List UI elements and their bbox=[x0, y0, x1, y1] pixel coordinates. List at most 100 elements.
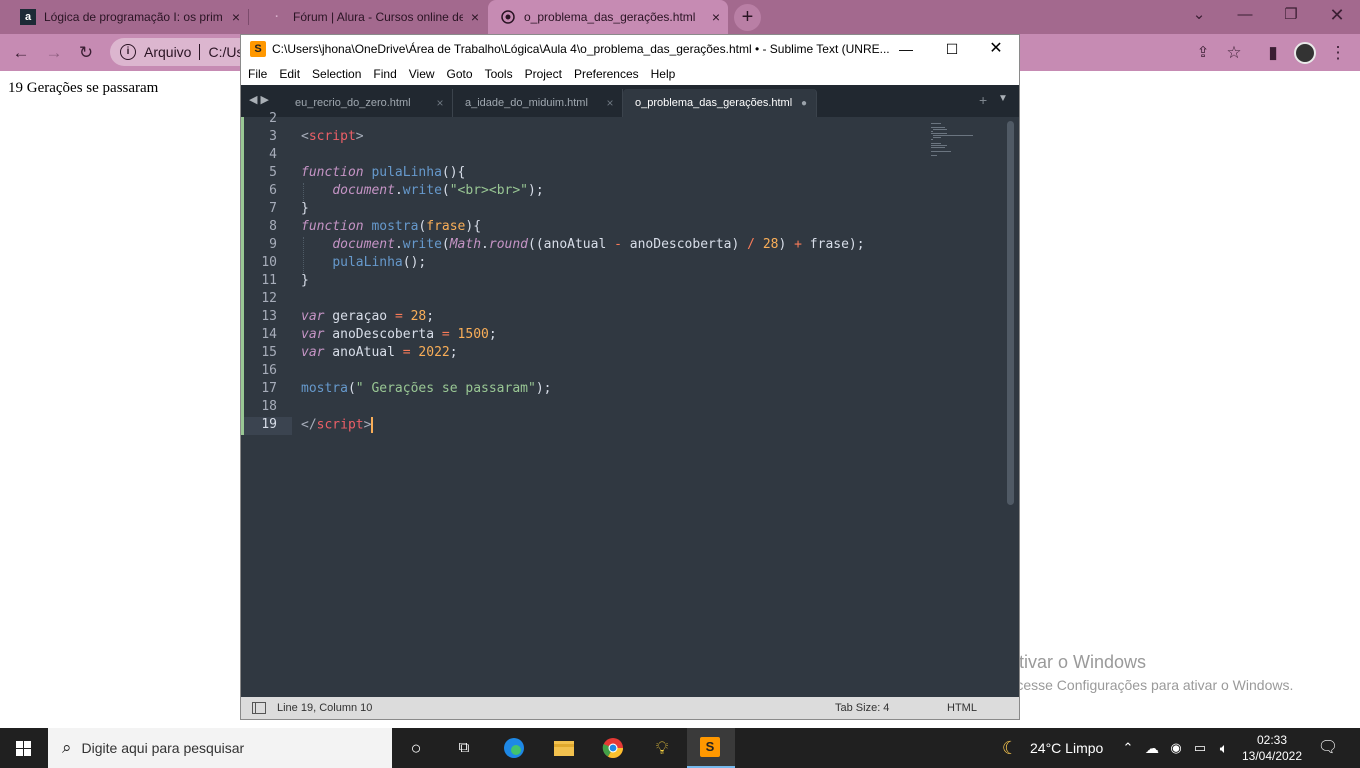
file-explorer-icon[interactable] bbox=[552, 736, 576, 760]
line-number: 14 bbox=[261, 327, 277, 342]
close-window-button[interactable]: ✕ bbox=[1314, 0, 1360, 30]
forward-icon[interactable]: → bbox=[41, 40, 67, 66]
unsaved-dot-icon[interactable]: ● bbox=[792, 98, 816, 109]
address-url[interactable]: C:/Us bbox=[208, 44, 243, 60]
editor-tab-label: eu_recrio_do_zero.html bbox=[295, 97, 411, 109]
line-number: 16 bbox=[261, 363, 277, 378]
cloud-icon[interactable]: ☁ bbox=[1140, 736, 1164, 760]
back-icon[interactable]: ← bbox=[8, 40, 34, 66]
menu-help[interactable]: Help bbox=[651, 67, 676, 81]
line-number: 8 bbox=[269, 219, 277, 234]
code-line-current: </script> bbox=[301, 417, 374, 433]
line-number: 3 bbox=[269, 129, 277, 144]
code-line: mostra(" Gerações se passaram"); bbox=[301, 381, 552, 396]
moon-icon: ☾ bbox=[1001, 738, 1019, 758]
page-output-text: 19 Gerações se passaram bbox=[8, 80, 159, 96]
syntax-mode[interactable]: HTML bbox=[947, 702, 977, 714]
maximize-button[interactable]: ☐ bbox=[929, 35, 975, 63]
editor-tab-bar: ◀▶ eu_recrio_do_zero.html × a_idade_do_m… bbox=[241, 85, 1019, 117]
line-number: 18 bbox=[261, 399, 277, 414]
vertical-scrollbar[interactable] bbox=[1007, 121, 1014, 505]
chrome-icon[interactable] bbox=[601, 736, 625, 760]
reload-icon[interactable]: ↻ bbox=[73, 40, 99, 66]
lightbulb-icon[interactable]: 💡︎ bbox=[650, 736, 674, 760]
code-line: } bbox=[301, 273, 309, 288]
line-number: 13 bbox=[261, 309, 277, 324]
code-line: document.write(Math.round((anoAtual - an… bbox=[332, 237, 865, 252]
menu-selection[interactable]: Selection bbox=[312, 67, 361, 81]
restore-button[interactable]: ❐ bbox=[1268, 0, 1314, 30]
close-icon[interactable]: × bbox=[598, 96, 622, 110]
sublime-logo-icon: S bbox=[700, 737, 720, 757]
clock-date: 13/04/2022 bbox=[1241, 749, 1303, 763]
code-line: <script> bbox=[301, 129, 364, 144]
taskbar: ⌕ Digite aqui para pesquisar ○ ⧉ 💡︎ S ☾ … bbox=[0, 728, 1360, 768]
taskbar-clock[interactable]: 02:33 13/04/2022 bbox=[1240, 732, 1304, 764]
alura-icon: a bbox=[20, 9, 36, 25]
chevron-down-icon[interactable]: ⌄ bbox=[1176, 0, 1222, 30]
menu-icon[interactable]: ⋮ bbox=[1325, 40, 1351, 66]
taskbar-sublime-button[interactable]: S bbox=[687, 728, 735, 768]
code-editor[interactable]: 2 3 4 5 6 7 8 9 10 11 12 13 14 15 16 17 … bbox=[241, 111, 1019, 697]
new-tab-button[interactable]: + bbox=[734, 4, 761, 31]
avatar[interactable] bbox=[1294, 42, 1316, 64]
chevron-down-icon[interactable]: ▼ bbox=[998, 93, 1008, 104]
line-number: 11 bbox=[261, 273, 277, 288]
line-number: 2 bbox=[269, 111, 277, 126]
close-icon[interactable]: × bbox=[428, 96, 452, 110]
close-icon[interactable]: × bbox=[224, 9, 248, 25]
menu-edit[interactable]: Edit bbox=[279, 67, 300, 81]
text-caret bbox=[371, 417, 374, 433]
plus-icon[interactable]: + bbox=[979, 92, 987, 108]
editor-tab-active[interactable]: o_problema_das_gerações.html ● bbox=[623, 89, 817, 117]
browser-tab-label: Lógica de programação I: os prim bbox=[44, 10, 223, 24]
code-line: function mostra(frase){ bbox=[301, 219, 482, 234]
close-icon[interactable]: × bbox=[463, 9, 487, 25]
close-icon[interactable]: × bbox=[704, 9, 728, 25]
menu-project[interactable]: Project bbox=[525, 67, 562, 81]
sidepanel-icon[interactable]: ▮ bbox=[1260, 40, 1286, 66]
browser-tab-active[interactable]: o_problema_das_gerações.html × bbox=[488, 0, 728, 34]
tab-size[interactable]: Tab Size: 4 bbox=[835, 702, 889, 714]
code-line: var anoDescoberta = 1500; bbox=[301, 327, 497, 342]
menu-find[interactable]: Find bbox=[373, 67, 396, 81]
taskbar-search-placeholder: Digite aqui para pesquisar bbox=[81, 740, 245, 756]
menu-tools[interactable]: Tools bbox=[485, 67, 513, 81]
line-number: 7 bbox=[269, 201, 277, 216]
task-view-icon[interactable]: ⧉ bbox=[452, 736, 476, 760]
sublime-window: S C:\Users\jhona\OneDrive\Área de Trabal… bbox=[240, 34, 1020, 720]
network-icon[interactable]: ▭ bbox=[1188, 736, 1212, 760]
browser-tab-label: Fórum | Alura - Cursos online de bbox=[293, 10, 463, 24]
activation-watermark-title: Ativar o Windows bbox=[1007, 652, 1147, 672]
edge-icon[interactable] bbox=[502, 736, 526, 760]
menu-view[interactable]: View bbox=[409, 67, 435, 81]
speaker-icon[interactable]: 🔈︎ bbox=[1212, 736, 1236, 760]
info-icon[interactable]: i bbox=[120, 44, 136, 60]
minimize-button[interactable]: — bbox=[1222, 0, 1268, 30]
minimize-button[interactable]: — bbox=[883, 35, 929, 63]
editor-tab[interactable]: a_idade_do_miduim.html × bbox=[453, 89, 623, 117]
share-icon[interactable]: ⇪ bbox=[1190, 40, 1216, 66]
menu-goto[interactable]: Goto bbox=[447, 67, 473, 81]
close-window-button[interactable]: ✕ bbox=[973, 35, 1019, 63]
notifications-icon[interactable]: 🗨︎ bbox=[1316, 736, 1340, 760]
address-separator bbox=[199, 44, 201, 60]
minimap[interactable] bbox=[931, 121, 1001, 161]
menu-file[interactable]: File bbox=[248, 67, 267, 81]
editor-tab[interactable]: eu_recrio_do_zero.html × bbox=[283, 89, 453, 117]
cursor-position[interactable]: Line 19, Column 10 bbox=[277, 702, 372, 714]
star-icon[interactable]: ☆ bbox=[1221, 40, 1247, 66]
camera-icon[interactable]: ◉ bbox=[1164, 736, 1188, 760]
editor-tab-label: o_problema_das_gerações.html bbox=[635, 97, 793, 109]
weather-text[interactable]: 24°C Limpo bbox=[1030, 740, 1103, 756]
tab-scroll-arrows-icon[interactable]: ◀▶ bbox=[249, 93, 272, 106]
cortana-icon[interactable]: ○ bbox=[404, 736, 428, 760]
menu-preferences[interactable]: Preferences bbox=[574, 67, 639, 81]
code-line: var anoAtual = 2022; bbox=[301, 345, 458, 360]
panel-toggle-icon[interactable] bbox=[252, 702, 266, 714]
taskbar-search[interactable]: ⌕ Digite aqui para pesquisar bbox=[48, 728, 392, 768]
chevron-up-icon[interactable]: ⌃ bbox=[1116, 736, 1140, 760]
windows-start-button[interactable] bbox=[0, 728, 48, 768]
browser-tab-alura[interactable]: a Lógica de programação I: os prim × bbox=[0, 0, 249, 34]
browser-tab-forum[interactable]: · Fórum | Alura - Cursos online de × bbox=[249, 0, 487, 34]
